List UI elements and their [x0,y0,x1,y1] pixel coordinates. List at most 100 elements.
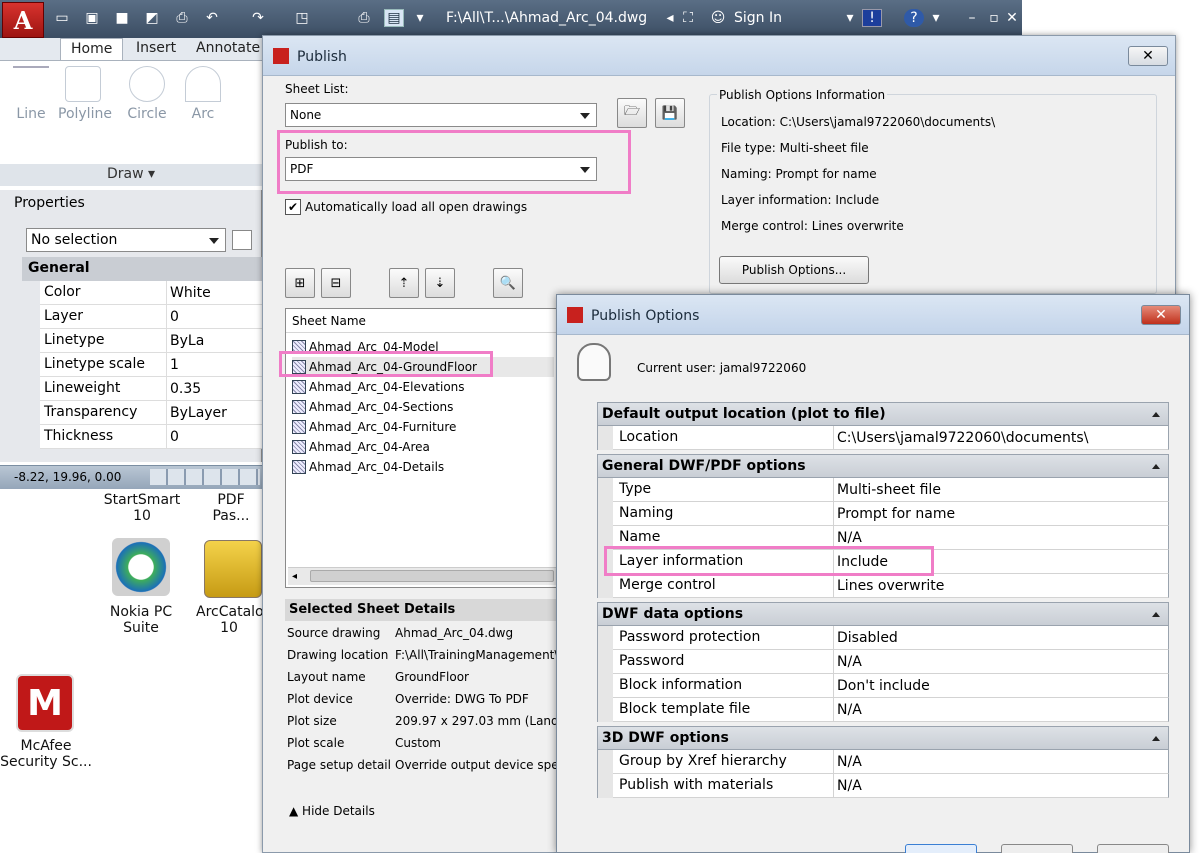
binoculars-icon[interactable]: ⛶ [678,9,698,27]
desktop-label-mcafee[interactable]: McAfee Security Sc... [0,738,92,770]
auto-load-checkbox[interactable]: ✔ [285,199,301,215]
arc-tool[interactable]: Arc [178,66,228,122]
arccatalog-icon[interactable] [204,540,262,598]
option-value[interactable]: N/A [833,774,862,798]
options-row[interactable]: Block information Don't include [613,674,1169,698]
circle-tool[interactable]: Circle [122,66,172,122]
option-value[interactable]: C:\Users\jamal9722060\documents\ [833,426,1088,450]
property-row[interactable]: Color White [40,281,262,305]
options-row[interactable]: Type Multi-sheet file [613,478,1169,502]
move-up-button[interactable]: ⇡ [389,268,419,298]
chevron-up-icon[interactable] [1152,736,1160,741]
sheet-item[interactable]: Ahmad_Arc_04-Furniture [292,417,456,437]
line-tool[interactable]: Line [6,66,56,122]
property-row[interactable]: Lineweight 0.35 [40,377,262,401]
options-section-header[interactable]: General DWF/PDF options [597,454,1169,478]
chevron-down-icon[interactable]: ▾ [410,9,430,27]
load-sheet-list-button[interactable]: 🗁 [617,98,647,128]
help-button[interactable] [1097,844,1169,853]
sheet-list-dropdown[interactable]: None [285,103,597,127]
drafting-toggles[interactable] [150,469,260,485]
option-value[interactable]: Don't include [833,674,930,698]
sheet-name-column-header[interactable]: Sheet Name [286,309,556,333]
publish-options-button[interactable]: Publish Options... [719,256,869,284]
restore-icon[interactable]: ▫ [984,9,1004,27]
property-row[interactable]: Layer 0 [40,305,262,329]
options-section-header[interactable]: 3D DWF options [597,726,1169,750]
property-row[interactable]: Linetype scale 1 [40,353,262,377]
save-sheet-list-button[interactable]: 💾 [655,98,685,128]
desktop-label-pdfpass[interactable]: PDF Pas... [200,492,262,524]
property-value[interactable]: 1 [166,353,179,377]
nokia-pc-suite-icon[interactable] [112,538,170,596]
chevron-left-icon[interactable]: ◂ [292,571,297,582]
property-value[interactable]: 0.35 [166,377,201,401]
property-value[interactable]: ByLa [166,329,204,353]
close-icon[interactable]: ✕ [1128,46,1168,66]
sheet-item[interactable]: Ahmad_Arc_04-Details [292,457,444,477]
desktop-label-arccatalog[interactable]: ArcCatalo 10 [196,604,264,636]
property-value[interactable]: ByLayer [166,401,227,425]
quick-select-icon[interactable] [232,230,252,250]
tab-home[interactable]: Home [60,38,124,60]
options-row[interactable]: Merge control Lines overwrite [613,574,1169,598]
publish-icon[interactable]: ▤ [384,9,404,27]
tab-annotate[interactable]: Annotate [186,38,270,60]
sheet-item[interactable]: Ahmad_Arc_04-Sections [292,397,453,417]
chevron-up-icon[interactable] [1152,612,1160,617]
chevron-down-icon[interactable]: ▾ [926,9,946,27]
chevron-up-icon[interactable] [1152,464,1160,469]
sheet-item[interactable]: Ahmad_Arc_04-Elevations [292,377,465,397]
options-row[interactable]: Block template file N/A [613,698,1169,722]
option-value[interactable]: Prompt for name [833,502,955,526]
plot-icon[interactable]: ⎙ [354,9,374,27]
property-row[interactable]: Linetype ByLa [40,329,262,353]
mcafee-icon[interactable]: M [16,674,74,732]
save-icon[interactable]: ■ [112,9,132,27]
new-file-icon[interactable]: ▭ [52,9,72,27]
horizontal-scrollbar[interactable]: ◂ [288,567,556,585]
hide-details-toggle[interactable]: ▲ Hide Details [289,804,375,818]
ok-button[interactable] [905,844,977,853]
close-icon[interactable]: ✕ [1141,305,1181,325]
chevron-left-icon[interactable]: ◂ [660,9,680,27]
options-row[interactable]: Password N/A [613,650,1169,674]
minimize-icon[interactable]: – [962,9,982,27]
options-section-header[interactable]: Default output location (plot to file) [597,402,1169,426]
remove-sheets-button[interactable]: ⊟ [321,268,351,298]
tab-insert[interactable]: Insert [126,38,186,60]
draw-panel-label[interactable]: Draw ▾ [0,164,262,186]
redo-icon[interactable]: ↷ [248,9,268,27]
chevron-up-icon[interactable] [1152,412,1160,417]
option-value[interactable]: Disabled [833,626,898,650]
options-row[interactable]: Password protection Disabled [613,626,1169,650]
polyline-tool[interactable]: Polyline [58,66,112,122]
property-value[interactable]: White [166,281,211,305]
scroll-thumb[interactable] [310,570,554,582]
sign-in-link[interactable]: Sign In [734,10,782,26]
options-row[interactable]: Naming Prompt for name [613,502,1169,526]
options-row[interactable]: Group by Xref hierarchy N/A [613,750,1169,774]
close-icon[interactable]: ✕ [1002,9,1022,27]
undo-icon[interactable]: ↶ [202,9,222,27]
sheet-item[interactable]: Ahmad_Arc_04-Area [292,437,430,457]
property-row[interactable]: Thickness 0 [40,425,262,449]
workspace-icon[interactable]: ◳ [292,9,312,27]
desktop-label-startsmart[interactable]: StartSmart 10 [94,492,190,524]
option-value[interactable]: N/A [833,650,862,674]
option-value[interactable]: Lines overwrite [833,574,944,598]
option-value[interactable]: N/A [833,750,862,774]
property-value[interactable]: 0 [166,425,179,449]
move-down-button[interactable]: ⇣ [425,268,455,298]
preview-button[interactable]: 🔍 [493,268,523,298]
open-folder-icon[interactable]: ▣ [82,9,102,27]
options-section-header[interactable]: DWF data options [597,602,1169,626]
cancel-button[interactable] [1001,844,1073,853]
help-icon[interactable]: ? [904,9,924,27]
chevron-down-icon[interactable]: ▾ [840,9,860,27]
exchange-icon[interactable]: ! [862,9,882,27]
selection-dropdown[interactable]: No selection [26,228,226,252]
option-value[interactable]: Multi-sheet file [833,478,941,502]
desktop-label-nokia[interactable]: Nokia PC Suite [100,604,182,636]
save-as-icon[interactable]: ◩ [142,9,162,27]
